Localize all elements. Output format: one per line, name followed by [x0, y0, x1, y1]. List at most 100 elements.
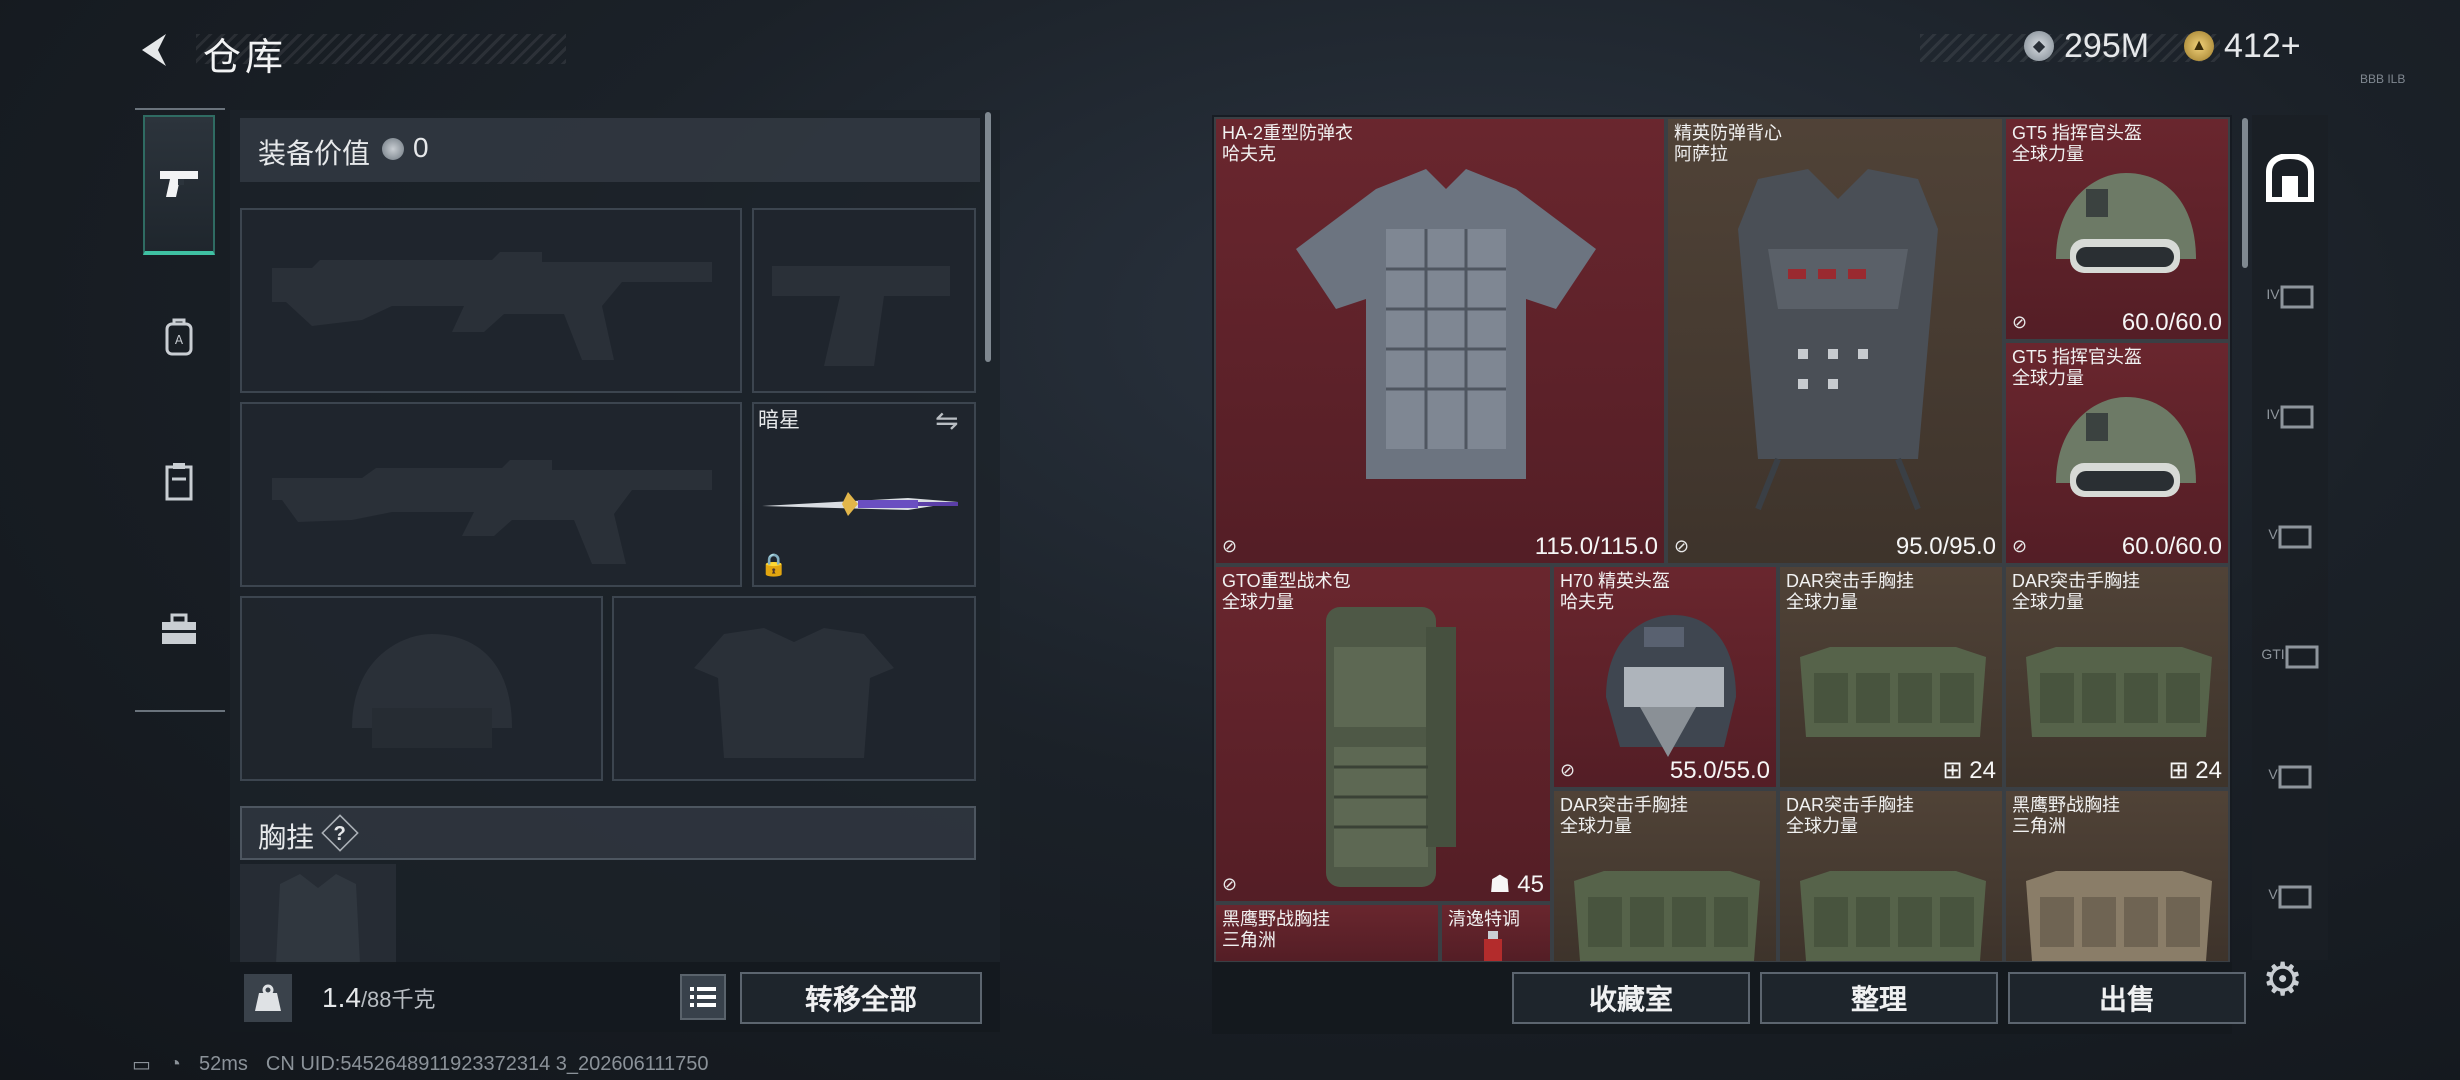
- knife-image: [762, 492, 958, 516]
- no-insure-icon: ⊘: [1222, 536, 1238, 556]
- sidebar-tab-backpack[interactable]: A: [143, 292, 215, 382]
- no-insure-icon: ⊘: [1560, 760, 1576, 780]
- tab-label: GTI: [2261, 646, 2285, 662]
- storage-item[interactable]: DAR突击手胸挂 全球力量: [1778, 789, 2004, 963]
- helmet-slot[interactable]: [240, 596, 603, 781]
- chest-rig-image: [2026, 871, 2212, 961]
- sidebar-divider: [135, 108, 225, 110]
- tidy-button[interactable]: 整理: [1760, 972, 1998, 1024]
- chest-rig-slot[interactable]: [240, 864, 396, 964]
- storage-item[interactable]: GTO重型战术包 全球力量 ⊘ ☗ 45: [1214, 565, 1552, 903]
- backpack-icon: A: [165, 318, 193, 356]
- storage-item[interactable]: DAR突击手胸挂 全球力量 ⊞ 24: [2004, 565, 2230, 789]
- elite-helmet-image: [1606, 615, 1736, 757]
- storage-item[interactable]: HA-2重型防弹衣 哈夫克 ⊘ 115.0/115.0: [1214, 117, 1666, 565]
- drink-bottle-image: [1484, 931, 1502, 961]
- storage-item[interactable]: GT5 指挥官头盔 全球力量 ⊘ 60.0/60.0: [2004, 117, 2230, 341]
- settings-gear-icon[interactable]: ⚙: [2262, 952, 2303, 1006]
- item-durability: 55.0/55.0: [1669, 757, 1770, 784]
- storage-tab-IV[interactable]: IV: [2258, 262, 2322, 326]
- gold-currency[interactable]: ▲ 412+: [2184, 26, 2301, 66]
- storage-box-icon: [2280, 405, 2314, 429]
- storage-tab-GTI[interactable]: GTI: [2258, 622, 2322, 686]
- silver-amount: 295M: [2064, 26, 2150, 65]
- weight-max: /88千克: [360, 987, 436, 1012]
- item-name-line1: DAR突击手胸挂: [2012, 571, 2141, 591]
- storage-item[interactable]: DAR突击手胸挂 全球力量: [1552, 789, 1778, 963]
- storage-item[interactable]: DAR突击手胸挂 全球力量 ⊞ 24: [1778, 565, 2004, 789]
- item-name: DAR突击手胸挂 全球力量: [1560, 795, 1688, 837]
- home-icon: [2266, 154, 2314, 202]
- storage-item[interactable]: 清逸特调: [1440, 903, 1552, 963]
- gold-coin-icon: ▲: [2184, 31, 2214, 61]
- storage-item[interactable]: 精英防弹背心 阿萨拉 ⊘ 95.0/95.0: [1666, 117, 2004, 565]
- chest-rig-image: [1800, 647, 1986, 737]
- storage-tab-home[interactable]: [2258, 146, 2322, 210]
- back-arrow-icon[interactable]: [132, 28, 176, 72]
- tab-label: V: [2268, 886, 2278, 902]
- elite-vest-image: [1738, 169, 1938, 511]
- item-maker: 全球力量: [1560, 816, 1632, 836]
- sidebar-tab-weapons[interactable]: [143, 115, 215, 255]
- secondary-weapon-slot[interactable]: [240, 402, 742, 587]
- item-maker: 全球力量: [1786, 816, 1858, 836]
- currency-tag: BBB ILB: [2360, 72, 2406, 86]
- list-icon: [690, 987, 716, 1007]
- item-durability: 60.0/60.0: [2121, 533, 2222, 560]
- chest-rig-image: [2026, 647, 2212, 737]
- pistol-icon: [160, 171, 198, 197]
- list-view-button[interactable]: [680, 974, 726, 1020]
- lock-icon: 🔒: [760, 552, 788, 577]
- weight-current: 1.4: [322, 982, 361, 1013]
- commander-helmet-image: [2056, 173, 2196, 273]
- armor-silhouette: [694, 628, 894, 758]
- storage-box-icon: [2285, 645, 2319, 669]
- storage-item[interactable]: 黑鹰野战胸挂 三角洲: [1214, 903, 1440, 963]
- item-name-line1: H70 精英头盔: [1560, 571, 1671, 591]
- item-name: DAR突击手胸挂 全球力量: [1786, 795, 1914, 837]
- storage-item[interactable]: 黑鹰野战胸挂 三角洲: [2004, 789, 2230, 963]
- rifle-silhouette: [272, 252, 712, 360]
- storage-item[interactable]: GT5 指挥官头盔 全球力量 ⊘ 60.0/60.0: [2004, 341, 2230, 565]
- sidebar-tab-locker[interactable]: [143, 436, 215, 526]
- storage-item[interactable]: H70 精英头盔 哈夫克 ⊘ 55.0/55.0: [1552, 565, 1778, 789]
- sidearm-slot[interactable]: [752, 208, 976, 393]
- equipment-value-label: 装备价值: [258, 138, 371, 169]
- loadout-scrollbar[interactable]: [985, 112, 991, 362]
- storage-tab-IV[interactable]: IV: [2258, 382, 2322, 446]
- storage-box-icon: [2278, 885, 2312, 909]
- sell-button[interactable]: 出售: [2008, 972, 2246, 1024]
- no-insure-icon: ⊘: [1222, 874, 1238, 894]
- help-icon-label: ?: [333, 820, 347, 845]
- weight-readout: 1.4/88千克: [322, 982, 436, 1014]
- storage-grid: HA-2重型防弹衣 哈夫克 ⊘ 115.0/115.0 精英防弹背心 阿萨拉 ⊘ 9…: [1212, 115, 2232, 963]
- chest-rig-image: [1800, 871, 1986, 961]
- tab-label: V: [2268, 526, 2278, 542]
- storage-scrollbar[interactable]: [2242, 118, 2248, 268]
- storage-tab-V[interactable]: V: [2258, 742, 2322, 806]
- transfer-all-button[interactable]: 转移全部: [740, 972, 982, 1024]
- storage-tab-V[interactable]: V: [2258, 502, 2322, 566]
- storage-box-icon: [2278, 525, 2312, 549]
- swap-icon[interactable]: ⇋: [935, 404, 958, 437]
- armor-slot[interactable]: [612, 596, 976, 781]
- chest-rig-label: 胸挂: [258, 822, 315, 853]
- capacity-value: 24: [2195, 757, 2222, 784]
- sidebar-tab-toolbox[interactable]: [143, 584, 215, 674]
- silver-currency[interactable]: ◆ 295M: [2024, 26, 2149, 66]
- tab-label: IV: [2266, 286, 2280, 302]
- item-durability: 95.0/95.0: [1895, 533, 1996, 560]
- item-name-line1: GT5 指挥官头盔: [2012, 347, 2143, 367]
- item-capacity: ☗ 45: [1489, 871, 1544, 898]
- tactical-backpack-image: [1326, 607, 1456, 887]
- item-name-line1: 清逸特调: [1448, 909, 1520, 929]
- chest-rig-silhouette: [276, 874, 360, 964]
- tab-label: IV: [2266, 406, 2280, 422]
- primary-weapon-slot[interactable]: [240, 208, 742, 393]
- item-name-line1: GT5 指挥官头盔: [2012, 123, 2143, 143]
- no-insure-icon: ⊘: [2012, 536, 2028, 556]
- commander-helmet-image: [2056, 397, 2196, 497]
- collection-button[interactable]: 收藏室: [1512, 972, 1750, 1024]
- storage-tab-V[interactable]: V: [2258, 862, 2322, 926]
- item-durability: 60.0/60.0: [2121, 309, 2222, 336]
